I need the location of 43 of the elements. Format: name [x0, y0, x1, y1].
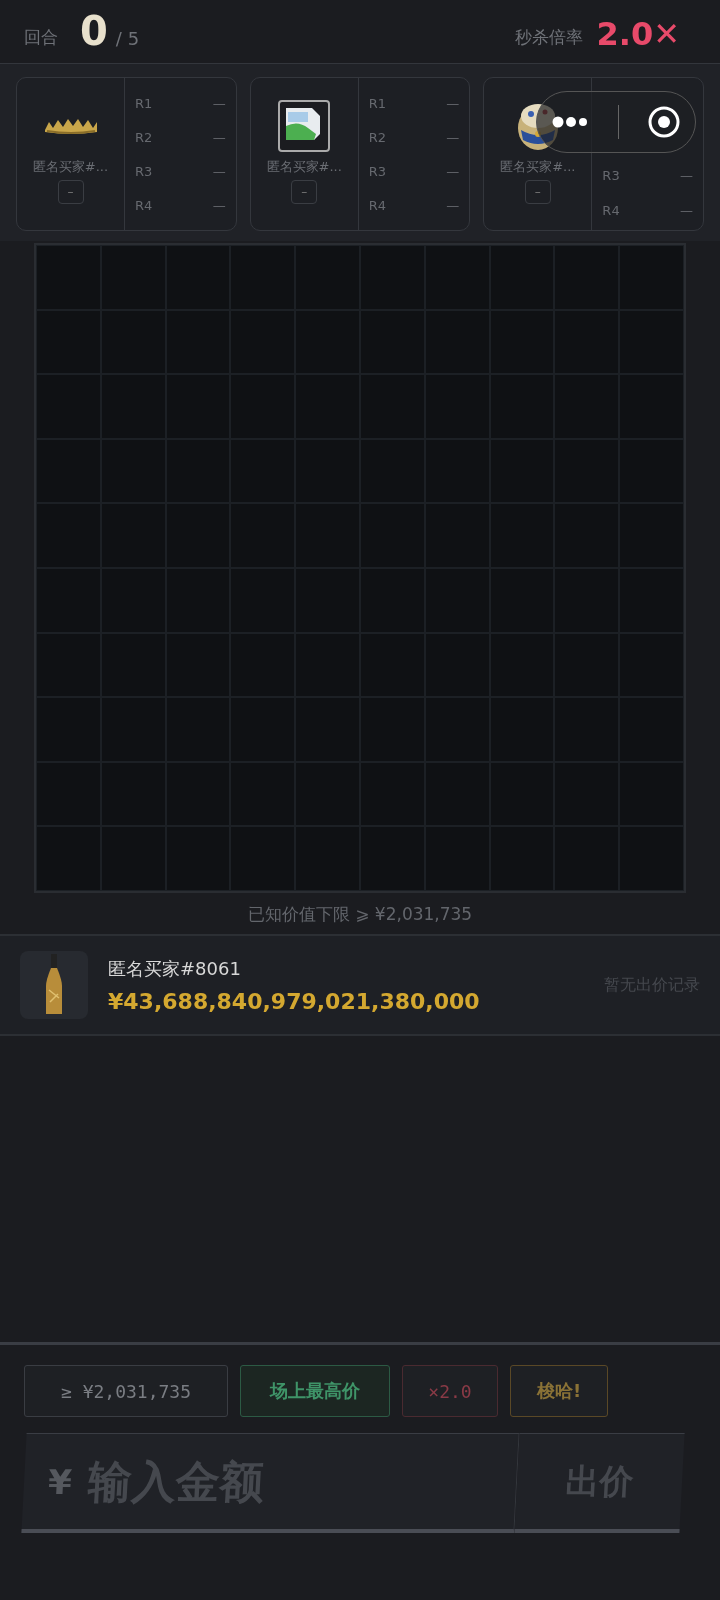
round-bid: — — [212, 197, 226, 213]
round-bid: — — [446, 129, 460, 145]
round-name: R4 — [602, 203, 620, 218]
round-bid: — — [446, 163, 460, 179]
quick-bid-button[interactable]: ×2.0 — [402, 1365, 498, 1417]
bidder-name: 匿名买家#8061 — [108, 956, 242, 981]
round-name: R1 — [368, 95, 386, 111]
buyer-name: 匿名买家#... — [266, 158, 342, 176]
round-name: R3 — [135, 163, 153, 179]
round-name: R2 — [135, 129, 153, 145]
rate-label: 秒杀倍率 — [514, 26, 583, 49]
round-bid: — — [680, 168, 693, 183]
round-bid: — — [446, 197, 460, 213]
quick-bid-button[interactable]: 场上最高价 — [240, 1365, 390, 1417]
close-target-icon[interactable] — [647, 105, 682, 139]
capsule-menu[interactable] — [536, 91, 696, 153]
quick-bid-button[interactable]: ≥ ¥2,031,735 — [24, 1365, 228, 1417]
round-name: R1 — [135, 95, 153, 111]
buyer-name: 匿名买家#... — [500, 158, 576, 176]
round-name: R4 — [135, 197, 153, 213]
quick-bid-button[interactable]: 梭哈! — [510, 1365, 608, 1417]
round-bid: — — [446, 95, 460, 111]
round-name: R3 — [602, 168, 620, 183]
buyer-badge: – — [524, 180, 551, 204]
known-floor-text: 已知价值下限 ⩾ ¥2,031,735 — [246, 903, 474, 926]
round-bid: — — [680, 203, 693, 218]
buyer-badge: – — [291, 180, 318, 204]
round-bid: — — [212, 95, 226, 111]
currency-sign: ¥ — [47, 1461, 73, 1502]
buyer-badge: – — [57, 180, 84, 204]
round-name: R3 — [368, 163, 386, 179]
bid-amount: ¥43,688,840,979,021,380,000 — [108, 988, 481, 1014]
bottle-icon — [44, 954, 64, 1016]
rate-value: 2.0✕ — [596, 17, 680, 51]
round-label: 回合 — [24, 26, 58, 49]
buyer-name: 匿名买家#... — [32, 158, 109, 176]
broken-image-icon — [278, 100, 331, 152]
round-bid: — — [212, 129, 226, 145]
round-value: 0 — [80, 11, 108, 51]
round-total: / 5 — [115, 28, 140, 49]
round-name: R2 — [368, 129, 386, 145]
round-bid: — — [212, 163, 226, 179]
round-name: R4 — [368, 197, 386, 213]
